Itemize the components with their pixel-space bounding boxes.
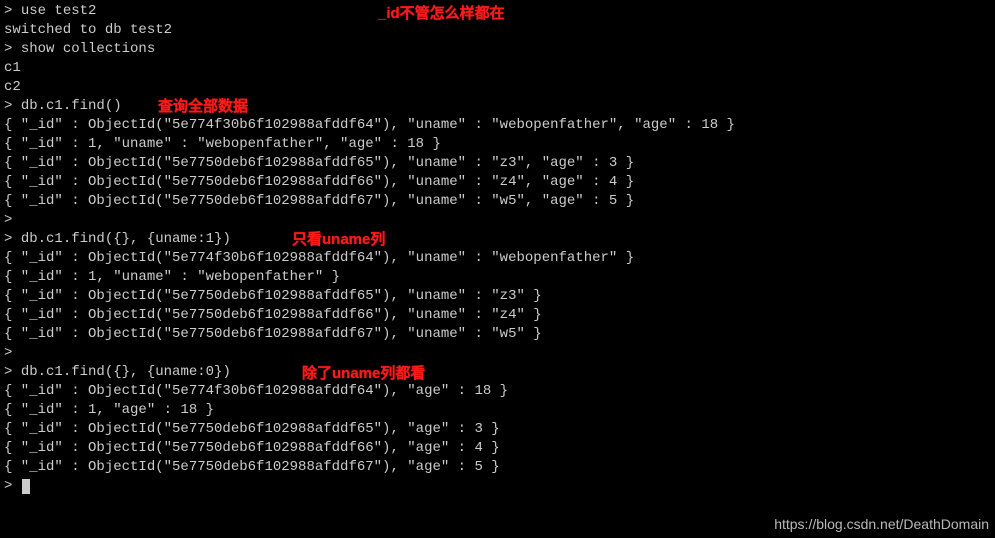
output-doc: { "_id" : ObjectId("5e774f30b6f102988afd… xyxy=(4,249,991,268)
output-doc: { "_id" : 1, "age" : 18 } xyxy=(4,401,991,420)
output-doc: { "_id" : ObjectId("5e774f30b6f102988afd… xyxy=(4,382,991,401)
output-doc: { "_id" : ObjectId("5e774f30b6f102988afd… xyxy=(4,116,991,135)
prompt-line: > db.c1.find({}, {uname:1}) xyxy=(4,230,991,249)
prompt-line: > use test2 xyxy=(4,2,991,21)
output-doc: { "_id" : ObjectId("5e7750deb6f102988afd… xyxy=(4,306,991,325)
output-doc: { "_id" : ObjectId("5e7750deb6f102988afd… xyxy=(4,420,991,439)
prompt: > xyxy=(4,212,12,228)
output-doc: { "_id" : ObjectId("5e7750deb6f102988afd… xyxy=(4,458,991,477)
prompt: > xyxy=(4,345,12,361)
prompt: > xyxy=(4,3,12,19)
prompt: > xyxy=(4,231,12,247)
prompt: > xyxy=(4,364,12,380)
cursor-icon xyxy=(22,479,30,494)
command-find-except-uname: db.c1.find({}, {uname:0}) xyxy=(21,364,231,380)
command-show-collections: show collections xyxy=(21,41,155,57)
prompt-line: > db.c1.find({}, {uname:0}) xyxy=(4,363,991,382)
watermark-text: https://blog.csdn.net/DeathDomain xyxy=(774,515,989,534)
prompt: > xyxy=(4,41,12,57)
prompt-line: > xyxy=(4,477,991,496)
output-switched: switched to db test2 xyxy=(4,21,991,40)
prompt-line: > xyxy=(4,211,991,230)
output-doc: { "_id" : ObjectId("5e7750deb6f102988afd… xyxy=(4,154,991,173)
terminal[interactable]: > use test2 switched to db test2 > show … xyxy=(0,0,995,498)
prompt: > xyxy=(4,98,12,114)
output-collection: c2 xyxy=(4,78,991,97)
prompt-line: > xyxy=(4,344,991,363)
output-doc: { "_id" : ObjectId("5e7750deb6f102988afd… xyxy=(4,325,991,344)
output-doc: { "_id" : ObjectId("5e7750deb6f102988afd… xyxy=(4,173,991,192)
output-doc: { "_id" : ObjectId("5e7750deb6f102988afd… xyxy=(4,287,991,306)
output-doc: { "_id" : 1, "uname" : "webopenfather" } xyxy=(4,268,991,287)
output-doc: { "_id" : ObjectId("5e7750deb6f102988afd… xyxy=(4,192,991,211)
output-doc: { "_id" : ObjectId("5e7750deb6f102988afd… xyxy=(4,439,991,458)
command-find-uname: db.c1.find({}, {uname:1}) xyxy=(21,231,231,247)
output-collection: c1 xyxy=(4,59,991,78)
command-find-all: db.c1.find() xyxy=(21,98,122,114)
prompt-line: > show collections xyxy=(4,40,991,59)
prompt-line: > db.c1.find() xyxy=(4,97,991,116)
output-doc: { "_id" : 1, "uname" : "webopenfather", … xyxy=(4,135,991,154)
command-use: use test2 xyxy=(21,3,97,19)
prompt: > xyxy=(4,478,12,494)
